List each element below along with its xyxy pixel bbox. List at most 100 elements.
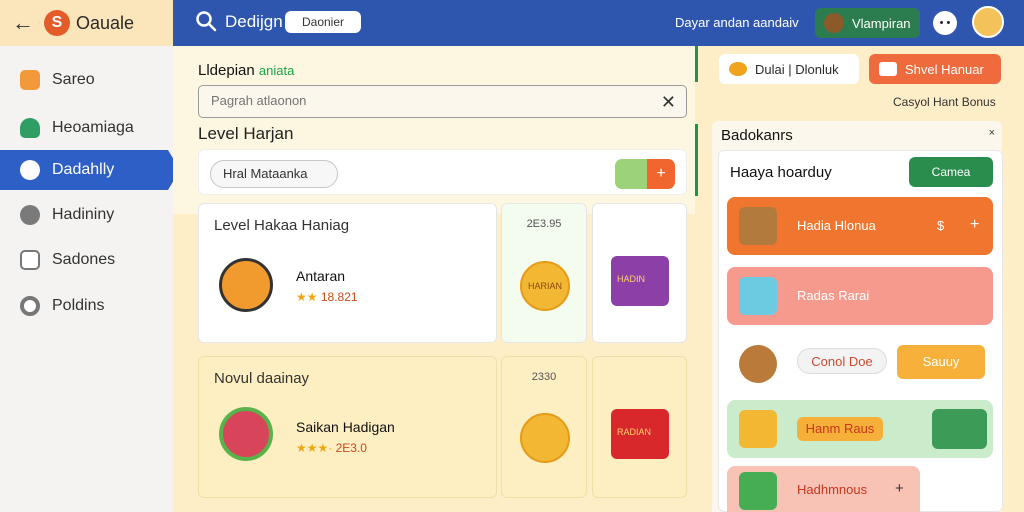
- user-badge-label: Vlampiran: [852, 15, 911, 31]
- search-input[interactable]: [211, 93, 651, 108]
- calendar-icon: [20, 250, 40, 270]
- close-icon[interactable]: ×: [989, 127, 995, 139]
- reward-label: Radas Rarai: [797, 288, 870, 303]
- main-title-tag: aniata: [258, 63, 295, 78]
- header-status-text: Dayar andan aandaiv: [675, 15, 799, 30]
- coin-card[interactable]: 2E3.95 HARIAN: [501, 203, 587, 343]
- reward-item[interactable]: Conol Doe Sauuy: [727, 335, 993, 393]
- fruit-character-icon: [219, 407, 273, 461]
- coin-icon: [520, 413, 570, 463]
- main-title-text: Lldepian: [198, 62, 255, 79]
- sidebar-item-sareo[interactable]: Sareo: [0, 60, 173, 100]
- chest-label: RADIAN: [617, 427, 652, 437]
- filter-bar: Hral Mataanka +: [198, 149, 687, 195]
- home-icon: [20, 70, 40, 90]
- card-name: Antaran: [296, 268, 346, 284]
- special-offer-button[interactable]: Shvel Hanuar: [869, 54, 1001, 84]
- toggle-button[interactable]: [932, 409, 987, 449]
- gift-box-icon: RADIAN: [611, 409, 669, 459]
- sidebar-item-label: Dadahlly: [52, 161, 115, 178]
- rating-stars: ★★★·: [296, 441, 333, 455]
- reward-label: Hanm Raus: [797, 417, 883, 441]
- main-title: Lldepian aniata: [198, 62, 294, 79]
- reward-label: Hadia Hlonua: [797, 218, 876, 233]
- level-heading: Level Harjan: [198, 124, 294, 143]
- filter-chip-label: Hral Mataanka: [223, 166, 308, 181]
- emoji-face-icon[interactable]: • •: [933, 11, 957, 35]
- gear-icon: [20, 205, 40, 225]
- reward-item[interactable]: Hanm Raus: [727, 400, 993, 458]
- camera-button-label: Camea: [931, 165, 971, 179]
- main-search-field[interactable]: ✕: [198, 85, 687, 118]
- brand-bar: ← S Oauale: [0, 0, 173, 46]
- divider: [695, 124, 698, 196]
- reward-label: Hadhmnous: [797, 482, 868, 497]
- rating-value: 18.821: [320, 290, 358, 304]
- smiley-character-icon: [219, 258, 273, 312]
- rewards-heading: Haaya hoarduy: [730, 164, 832, 181]
- sidebar-item-sadones[interactable]: Sadones: [0, 240, 173, 280]
- add-icon[interactable]: +: [970, 216, 979, 234]
- reward-item[interactable]: Hadhmnous +: [727, 466, 920, 512]
- user-badge-button[interactable]: Vlampiran: [815, 8, 920, 38]
- app-name: Oauale: [76, 12, 135, 33]
- divider: [695, 46, 698, 82]
- treasure-chest-icon: HADIN: [611, 256, 669, 306]
- reward-label[interactable]: Conol Doe: [797, 348, 887, 374]
- pet-icon: [739, 345, 777, 383]
- add-group[interactable]: +: [615, 159, 675, 189]
- daily-bonus-label: Dulai | Dlonluk: [755, 61, 839, 77]
- card-rating: ★★★· 2E3.0: [296, 441, 367, 455]
- character-thumb-icon: [615, 159, 647, 189]
- app-logo-icon: S: [44, 10, 70, 36]
- sidebar-item-label: Hadininy: [52, 206, 115, 223]
- reward-item[interactable]: Hadia Hlonua $ +: [727, 197, 993, 255]
- header-title: Dedijgn: [225, 12, 283, 31]
- search-icon[interactable]: [195, 10, 217, 32]
- back-arrow-icon[interactable]: ←: [12, 12, 34, 34]
- save-button[interactable]: Sauuy: [897, 345, 985, 379]
- card-title: Level Hakaa Haniag: [214, 217, 350, 234]
- chest-label: HADIN: [617, 274, 646, 284]
- add-icon[interactable]: +: [647, 159, 675, 189]
- chest-card[interactable]: RADIAN: [592, 356, 687, 498]
- sidebar-item-label: Sareo: [52, 71, 95, 88]
- sidebar-item-label: Sadones: [52, 251, 116, 268]
- filter-chip[interactable]: Hral Mataanka: [210, 160, 338, 188]
- sidebar-item-label: Heoamiaga: [52, 119, 134, 136]
- bonus-icon: [729, 62, 747, 76]
- avatar[interactable]: [972, 6, 1004, 38]
- coin-icon: HARIAN: [520, 261, 570, 311]
- card-rating: ★★ 18.821: [296, 290, 358, 304]
- special-offer-label: Shvel Hanuar: [905, 61, 984, 77]
- reward-extra: $: [937, 218, 945, 233]
- header-pill-button[interactable]: Daonier: [285, 11, 361, 33]
- card-price: 2E3.95: [526, 218, 562, 230]
- sidebar-item-poldins[interactable]: Poldins: [0, 286, 173, 326]
- panel-title: Badokanrs: [721, 127, 793, 144]
- target-icon: [20, 296, 40, 316]
- chest-card[interactable]: HADIN: [592, 203, 687, 343]
- sidebar-item-hadininy[interactable]: Hadininy: [0, 195, 173, 235]
- cup-icon: [739, 472, 777, 510]
- level-card[interactable]: Novul daainay Saikan Hadigan ★★★· 2E3.0: [198, 356, 497, 498]
- card-price: 2330: [531, 371, 557, 383]
- crate-icon: [739, 207, 777, 245]
- card-name: Saikan Hadigan: [296, 419, 395, 435]
- reward-item[interactable]: Radas Rarai: [727, 267, 993, 325]
- rating-value: 2E3.0: [335, 441, 367, 455]
- coin-stack-icon: [739, 410, 777, 448]
- camera-button[interactable]: Camea: [909, 157, 993, 187]
- bonus-note: Casyol Hant Bonus: [893, 95, 996, 109]
- coin-card[interactable]: 2330: [501, 356, 587, 498]
- add-icon[interactable]: +: [895, 480, 904, 497]
- level-card[interactable]: Level Hakaa Haniag Antaran ★★ 18.821: [198, 203, 497, 343]
- sidebar-item-heoamiaga[interactable]: Heoamiaga: [0, 108, 173, 148]
- ticket-icon: [879, 62, 897, 76]
- daily-bonus-button[interactable]: Dulai | Dlonluk: [719, 54, 859, 84]
- shield-icon: [20, 118, 40, 138]
- clear-search-icon[interactable]: ✕: [661, 92, 676, 113]
- rating-stars: ★★: [296, 290, 318, 304]
- basket-icon: [739, 277, 777, 315]
- sidebar-item-dadahlly[interactable]: Dadahlly: [0, 150, 180, 190]
